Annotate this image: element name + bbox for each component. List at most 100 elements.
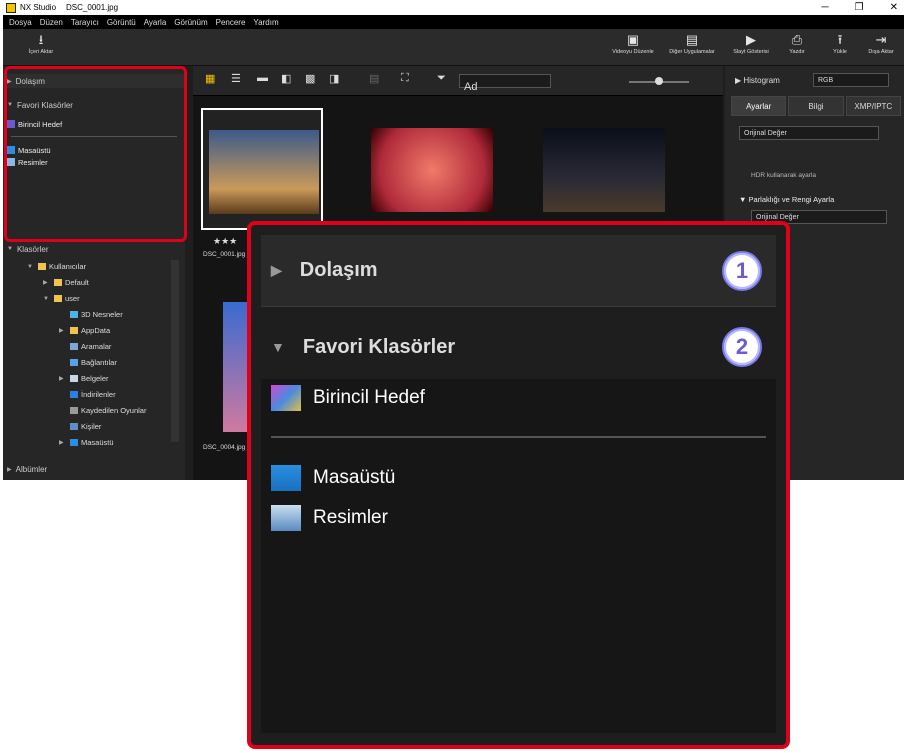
tree-item[interactable]: ▼ user — [43, 292, 80, 305]
highlight-box — [4, 66, 187, 242]
slideshow-icon: ▶ — [746, 32, 756, 47]
zoom-fav-desktop[interactable]: Masaüstü — [271, 465, 395, 491]
tab-settings[interactable]: Ayarlar — [731, 96, 787, 116]
contacts-icon — [70, 423, 78, 430]
export-icon: ⇥ — [875, 32, 887, 47]
tree-item[interactable]: ▶ Belgeler — [59, 372, 109, 385]
upload-icon: ⭱ — [837, 32, 843, 47]
export-button[interactable]: ⇥ Dışa Aktar — [859, 32, 903, 56]
multi-view-icon[interactable]: ◨ — [329, 72, 339, 85]
saved-games-icon — [70, 407, 78, 414]
documents-icon — [70, 375, 78, 382]
menu-help[interactable]: Yardım — [253, 18, 278, 27]
app-logo-icon — [6, 2, 16, 13]
zoom-favorites-header[interactable]: ▼ Favori Klasörler 2 — [261, 311, 776, 383]
hdr-label: HDR kullanarak ayarla — [751, 172, 817, 179]
slideshow-button[interactable]: ▶ Slayt Gösterisi — [729, 32, 773, 56]
menu-view[interactable]: Görünüm — [174, 18, 207, 27]
right-tabs: Ayarlar Bilgi XMP/IPTC — [731, 96, 901, 116]
zoomed-favorites-panel: ▶ Dolaşım 1 ▼ Favori Klasörler 2 Birinci… — [261, 235, 776, 733]
folder-icon — [54, 279, 62, 286]
menu-file[interactable]: Dosya — [9, 18, 32, 27]
desktop-icon — [70, 439, 78, 446]
file-title: DSC_0001.jpg — [66, 3, 119, 12]
zoom-fav-pictures[interactable]: Resimler — [271, 505, 388, 531]
zoom-callout: ▶ Dolaşım 1 ▼ Favori Klasörler 2 Birinci… — [247, 221, 790, 749]
thumbnail-filename: DSC_0001.jpg — [203, 251, 246, 258]
divider — [271, 436, 766, 438]
tree-scrollbar[interactable] — [171, 260, 179, 442]
filmstrip-view-icon[interactable]: ◧ — [281, 72, 291, 85]
links-icon — [70, 359, 78, 366]
tree-item[interactable]: Kaydedilen Oyunlar — [59, 404, 146, 417]
video-edit-button[interactable]: ▣ Videoyu Düzenle — [611, 33, 655, 56]
import-button[interactable]: ⭳ İçeri Aktar — [19, 32, 63, 56]
histogram-header[interactable]: ▶ Histogram — [735, 76, 780, 85]
title-bar: NX Studio DSC_0001.jpg ─ ❐ ✕ — [3, 0, 904, 15]
brightness-header[interactable]: ▼ Parlaklığı ve Rengi Ayarla — [739, 195, 834, 204]
pictures-shortcut-icon — [271, 505, 301, 531]
favorites-list — [261, 379, 776, 733]
filter-icon[interactable]: ⏷ — [437, 72, 446, 85]
slider-knob[interactable] — [655, 77, 663, 85]
expand-arrow-icon: ▶ — [271, 262, 282, 278]
upload-button[interactable]: ⭱ Yükle — [818, 32, 862, 56]
view-toolbar: ▦ ☰ ▬ ◧ ▩ ◨ ▤ ⛶ ⏷ Ad — [193, 66, 723, 96]
primary-destination-icon — [271, 385, 301, 411]
print-button[interactable]: ⎙ Yazdır — [775, 32, 819, 56]
grid-view-icon[interactable]: ▦ — [205, 72, 215, 85]
preset-select[interactable]: Orijinal Değer — [739, 126, 879, 140]
zoom-fav-primary-destination[interactable]: Birincil Hedef — [271, 385, 425, 411]
tree-item[interactable]: 3D Nesneler — [59, 308, 123, 321]
menu-image[interactable]: Görüntü — [107, 18, 136, 27]
tree-item[interactable]: Kişiler — [59, 420, 101, 433]
tree-item[interactable]: Aramalar — [59, 340, 111, 353]
zoom-navigation-header[interactable]: ▶ Dolaşım 1 — [261, 235, 776, 307]
app-title: NX Studio — [20, 3, 57, 12]
main-toolbar: ⭳ İçeri Aktar ▣ Videoyu Düzenle ▤ Diğer Uyg… — [3, 29, 904, 66]
tree-item[interactable]: İndirilenler — [59, 388, 116, 401]
other-apps-icon: ▤ — [685, 32, 699, 47]
stack-icon[interactable]: ▤ — [369, 72, 379, 85]
albums-header[interactable]: ▶ Albümler — [3, 462, 185, 476]
thumbnail-filename: DSC_0004.jpg — [203, 444, 246, 451]
restore-button[interactable]: ❐ — [855, 2, 864, 13]
print-icon: ⎙ — [791, 32, 803, 47]
single-view-icon[interactable]: ▬ — [257, 72, 268, 84]
3d-objects-icon — [70, 311, 78, 318]
list-view-icon[interactable]: ☰ — [231, 72, 241, 85]
menu-window[interactable]: Pencere — [216, 18, 246, 27]
folder-icon — [54, 295, 62, 302]
histogram-channel-select[interactable]: RGB — [813, 73, 889, 87]
folders-header[interactable]: ▼ Klasörler — [3, 242, 185, 256]
folder-icon — [38, 263, 46, 270]
compare-view-icon[interactable]: ▩ — [305, 72, 315, 85]
menu-bar: Dosya Düzen Tarayıcı Görüntü Ayarla Görü… — [3, 15, 904, 29]
rating-stars[interactable]: ★★★ — [213, 236, 237, 247]
tree-item[interactable]: ▶ Default — [43, 276, 89, 289]
search-icon — [70, 343, 78, 350]
tab-xmp[interactable]: XMP/IPTC — [845, 96, 901, 116]
tab-info[interactable]: Bilgi — [788, 96, 844, 116]
tree-item[interactable]: ▶ AppData — [59, 324, 110, 337]
menu-adjust[interactable]: Ayarla — [144, 18, 167, 27]
tree-item[interactable]: ▶ Masaüstü — [59, 436, 114, 449]
downloads-icon — [70, 391, 78, 398]
fit-icon[interactable]: ⛶ — [401, 72, 409, 85]
minimize-button[interactable]: ─ — [822, 2, 829, 13]
tree-item[interactable]: ▼ Kullanıcılar — [27, 260, 86, 273]
sort-select[interactable]: Ad — [459, 74, 551, 93]
tree-item[interactable]: Bağlantılar — [59, 356, 117, 369]
menu-edit[interactable]: Düzen — [40, 18, 63, 27]
callout-badge-2: 2 — [722, 327, 762, 367]
menu-browser[interactable]: Tarayıcı — [71, 18, 99, 27]
folder-icon — [70, 327, 78, 334]
other-apps-button[interactable]: ▤ Diğer Uygulamalar — [667, 32, 717, 56]
thumbnail[interactable] — [371, 128, 493, 212]
collapse-arrow-icon: ▼ — [7, 246, 13, 252]
import-icon: ⭳ — [38, 32, 44, 47]
close-button[interactable]: ✕ — [890, 2, 898, 13]
thumbnail-selected[interactable] — [201, 108, 323, 230]
thumbnail[interactable] — [543, 128, 665, 212]
expand-arrow-icon: ▶ — [7, 466, 12, 473]
